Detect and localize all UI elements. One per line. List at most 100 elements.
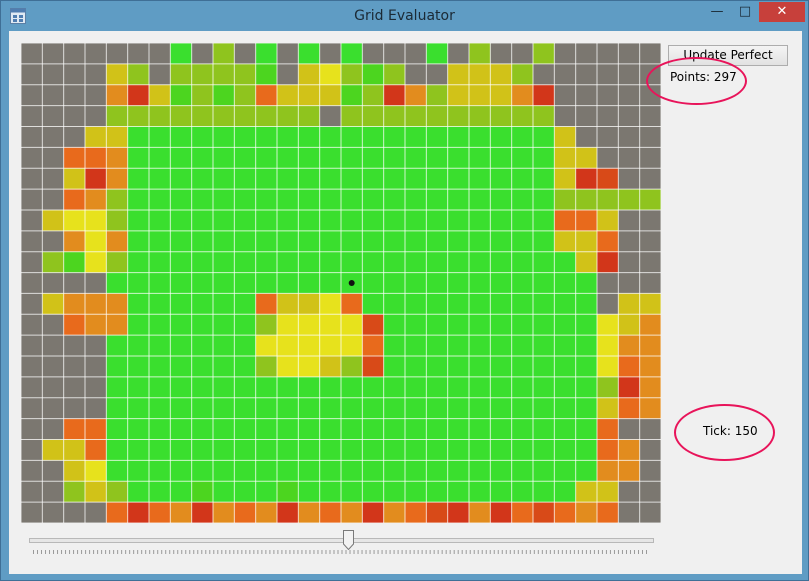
grid-cell <box>63 439 86 461</box>
grid-cell <box>511 168 534 190</box>
grid-cell <box>255 84 278 106</box>
grid-cell <box>511 63 534 86</box>
tick-slider[interactable] <box>29 530 654 560</box>
grid-view[interactable] <box>21 43 661 523</box>
grid-cell <box>490 481 512 503</box>
grid-cell <box>298 105 320 127</box>
grid-cell <box>490 209 512 232</box>
grid-cell <box>469 502 491 523</box>
grid-cell <box>469 418 491 440</box>
grid-cell <box>447 189 470 211</box>
grid-cell <box>277 105 299 127</box>
grid-cell <box>42 439 64 461</box>
grid-cell <box>597 376 619 399</box>
grid-cell <box>319 209 342 232</box>
grid-cell <box>170 335 192 357</box>
grid-cell <box>469 397 491 419</box>
slider-thumb[interactable] <box>342 530 354 550</box>
grid-cell <box>362 189 384 211</box>
grid-cell <box>426 84 448 106</box>
grid-cell <box>597 84 619 106</box>
grid-cell <box>447 126 470 148</box>
grid-cell <box>490 356 512 378</box>
grid-cell <box>319 168 342 190</box>
grid-cell <box>191 356 214 378</box>
title-bar[interactable]: Grid Evaluator — □ ✕ <box>1 1 808 31</box>
grid-cell <box>21 397 43 419</box>
grid-cell <box>127 168 150 190</box>
grid-cell <box>63 168 86 190</box>
grid-cell <box>490 105 512 127</box>
grid-cell <box>533 356 555 378</box>
grid-cell <box>618 356 640 378</box>
grid-cell <box>383 439 406 461</box>
grid-cell <box>426 502 448 523</box>
grid-cell <box>426 335 448 357</box>
grid-cell <box>341 43 363 65</box>
grid-cell <box>597 397 619 419</box>
grid-cell <box>149 251 171 273</box>
grid-cell <box>405 293 427 315</box>
grid-cell <box>149 168 171 190</box>
minimize-button[interactable]: — <box>704 2 730 22</box>
grid-cell <box>255 439 278 461</box>
grid-cell <box>298 168 320 190</box>
grid-cell <box>511 126 534 148</box>
grid-cell <box>533 272 555 294</box>
grid-cell <box>575 251 598 273</box>
client-area: Update Perfect Points: 297 Tick: 150 <box>9 31 802 574</box>
grid-cell <box>511 251 534 273</box>
grid-cell <box>298 502 320 523</box>
grid-cell <box>21 168 43 190</box>
grid-cell <box>341 314 363 336</box>
grid-cell <box>447 397 470 419</box>
grid-cell <box>149 376 171 399</box>
grid-cell <box>618 293 640 315</box>
grid-cell <box>618 105 640 127</box>
grid-cell <box>554 502 576 523</box>
grid-cell <box>149 272 171 294</box>
grid-cell <box>234 168 256 190</box>
grid-cell <box>127 439 150 461</box>
grid-cell <box>319 126 342 148</box>
position-marker <box>348 280 355 286</box>
grid-cell <box>405 397 427 419</box>
grid-cell <box>426 397 448 419</box>
grid-cell <box>277 502 299 523</box>
grid-cell <box>405 189 427 211</box>
grid-cell <box>298 376 320 399</box>
grid-cell <box>234 439 256 461</box>
grid-cell <box>127 147 150 169</box>
grid-cell <box>213 314 235 336</box>
grid-cell <box>554 209 576 232</box>
grid-cell <box>319 43 342 65</box>
grid-cell <box>234 251 256 273</box>
grid-cell <box>639 356 661 378</box>
grid-cell <box>191 84 214 106</box>
grid-cell <box>341 105 363 127</box>
grid-cell <box>575 105 598 127</box>
slider-track[interactable] <box>29 538 654 543</box>
grid-cell <box>319 293 342 315</box>
grid-cell <box>21 376 43 399</box>
grid-cell <box>447 335 470 357</box>
grid-cell <box>490 43 512 65</box>
grid-cell <box>639 314 661 336</box>
maximize-button[interactable]: □ <box>732 2 758 22</box>
grid-cell <box>341 335 363 357</box>
grid-cell <box>170 376 192 399</box>
grid-cell <box>554 460 576 482</box>
grid-cell <box>341 397 363 419</box>
close-button[interactable]: ✕ <box>759 2 805 22</box>
grid-cell <box>597 460 619 482</box>
grid-cell <box>298 147 320 169</box>
grid-cell <box>362 168 384 190</box>
grid-cell <box>234 189 256 211</box>
grid-cell <box>298 272 320 294</box>
grid-cell <box>383 502 406 523</box>
grid-cell <box>106 168 128 190</box>
grid-cell <box>127 251 150 273</box>
grid-cell <box>575 189 598 211</box>
grid-cell <box>63 502 86 523</box>
grid-cell <box>127 84 150 106</box>
